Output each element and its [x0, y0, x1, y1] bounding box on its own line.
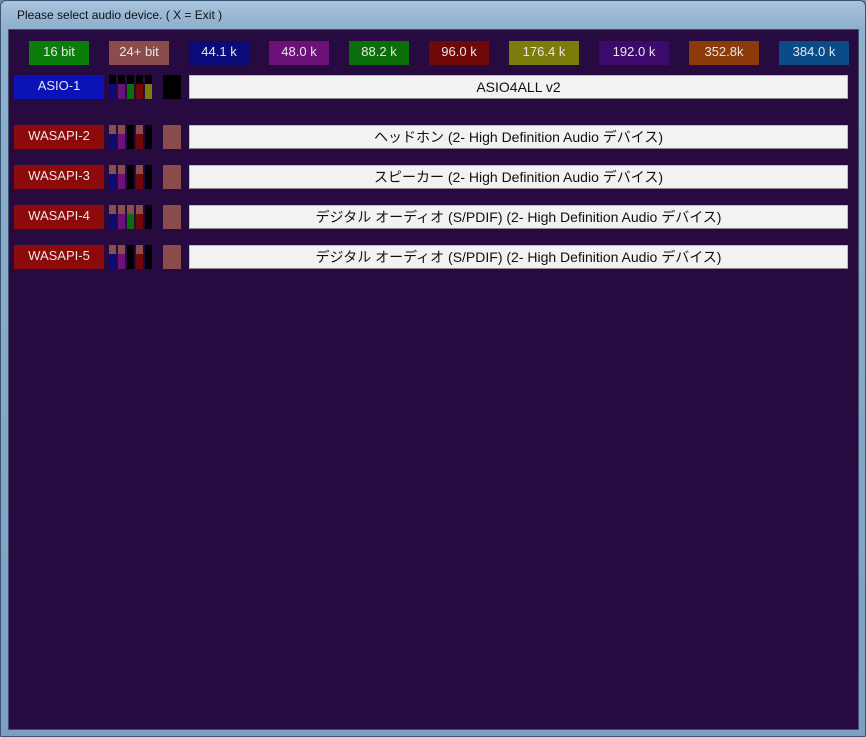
format-cell-rate [127, 84, 134, 99]
format-cell-rate [127, 214, 134, 229]
format-cell-bitdepth [118, 245, 125, 254]
format-cell-rate [118, 254, 125, 269]
format-cell-rate [127, 174, 134, 189]
format-cell-rate [109, 174, 116, 189]
format-cell-rate [118, 84, 125, 99]
format-cell-rate [145, 214, 152, 229]
format-cell-bitdepth [127, 165, 134, 174]
device-id-label[interactable]: WASAPI-2 [14, 125, 104, 149]
format-cell-rate [118, 214, 125, 229]
format-cell-bitdepth [118, 125, 125, 134]
format-cell-bitdepth [163, 245, 181, 269]
format-cell-rate [145, 84, 152, 99]
format-cell-rate [136, 214, 143, 229]
app-window: Please select audio device. ( X = Exit )… [0, 0, 866, 737]
format-cell-bitdepth [127, 75, 134, 84]
format-cell-bitdepth [136, 75, 143, 84]
device-id-label[interactable]: ASIO-1 [14, 75, 104, 99]
format-cell-rate [136, 84, 143, 99]
format-cell-bitdepth [118, 75, 125, 84]
format-cell-bitdepth [145, 125, 152, 134]
format-cell-rate [145, 134, 152, 149]
device-select-button[interactable]: デジタル オーディオ (S/PDIF) (2- High Definition … [189, 205, 848, 229]
format-cell-rate [109, 84, 116, 99]
format-cell-bitdepth [145, 245, 152, 254]
format-cell-rate [109, 214, 116, 229]
format-cell-bitdepth [118, 165, 125, 174]
device-select-button[interactable]: ヘッドホン (2- High Definition Audio デバイス) [189, 125, 848, 149]
window-title: Please select audio device. ( X = Exit ) [17, 8, 223, 22]
device-id-label[interactable]: WASAPI-4 [14, 205, 104, 229]
format-cell-bitdepth [109, 125, 116, 134]
format-cell-rate [136, 134, 143, 149]
format-cell-rate [127, 254, 134, 269]
format-cell-rate [118, 134, 125, 149]
device-id-label[interactable]: WASAPI-5 [14, 245, 104, 269]
device-select-button[interactable]: ASIO4ALL v2 [189, 75, 848, 99]
format-cell-bitdepth [136, 245, 143, 254]
format-cell-bitdepth [136, 205, 143, 214]
format-cell-bitdepth [145, 205, 152, 214]
format-cell-rate [118, 174, 125, 189]
format-cell-bitdepth [163, 125, 181, 149]
format-cell-rate [136, 254, 143, 269]
format-legend-chip: 48.0 k [269, 41, 329, 65]
title-bar[interactable]: Please select audio device. ( X = Exit ) [1, 1, 865, 29]
format-cell-bitdepth [127, 205, 134, 214]
format-cell-bitdepth [109, 165, 116, 174]
supported-format-indicator [109, 125, 181, 149]
format-cell-bitdepth [136, 125, 143, 134]
device-selector-panel: 16 bit 24+ bit 44.1 k 48.0 k 88.2 k 96.0 k 176… [8, 29, 859, 730]
format-cell-rate [145, 254, 152, 269]
format-cell-bitdepth [109, 245, 116, 254]
format-legend-chip: 16 bit [29, 41, 89, 65]
format-cell-rate [145, 174, 152, 189]
format-cell-bitdepth [163, 205, 181, 229]
device-id-label[interactable]: WASAPI-3 [14, 165, 104, 189]
format-cell-bitdepth [163, 75, 181, 99]
format-cell-bitdepth [145, 165, 152, 174]
format-legend-chip: 176.4 k [509, 41, 579, 65]
format-cell-rate [109, 254, 116, 269]
supported-format-indicator [109, 165, 181, 189]
format-cell-bitdepth [127, 125, 134, 134]
format-cell-rate [136, 174, 143, 189]
format-cell-bitdepth [109, 205, 116, 214]
format-legend-chip: 352.8k [689, 41, 759, 65]
device-select-button[interactable]: スピーカー (2- High Definition Audio デバイス) [189, 165, 848, 189]
format-cell-bitdepth [136, 165, 143, 174]
format-legend-chip: 192.0 k [599, 41, 669, 65]
format-cell-bitdepth [118, 205, 125, 214]
device-select-button[interactable]: デジタル オーディオ (S/PDIF) (2- High Definition … [189, 245, 848, 269]
format-cell-rate [127, 134, 134, 149]
format-legend-chip: 384.0 k [779, 41, 849, 65]
supported-format-indicator [109, 245, 181, 269]
format-cell-bitdepth [145, 75, 152, 84]
supported-format-indicator [109, 75, 181, 99]
format-cell-bitdepth [163, 165, 181, 189]
format-cell-rate [109, 134, 116, 149]
supported-format-indicator [109, 205, 181, 229]
format-legend-chip: 96.0 k [429, 41, 489, 65]
format-cell-bitdepth [109, 75, 116, 84]
format-cell-bitdepth [127, 245, 134, 254]
format-legend-chip: 44.1 k [189, 41, 249, 65]
format-legend-chip: 88.2 k [349, 41, 409, 65]
format-legend-chip: 24+ bit [109, 41, 169, 65]
